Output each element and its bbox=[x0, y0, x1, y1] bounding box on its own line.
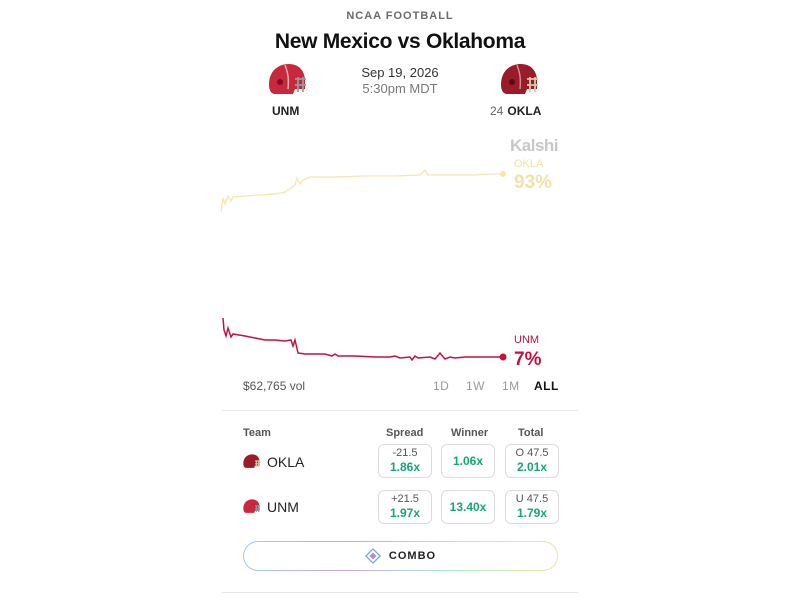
league-label: NCAA FOOTBALL bbox=[346, 10, 454, 22]
unm-helmet-icon bbox=[241, 498, 261, 521]
away-team-label: UNM bbox=[272, 104, 299, 118]
home-team-helmet-icon[interactable] bbox=[497, 61, 539, 106]
col-header-total: Total bbox=[518, 427, 544, 439]
kalshi-logo: Kalshi bbox=[510, 136, 559, 155]
unm-spread-line: +21.5 bbox=[391, 493, 419, 505]
home-team-abbr: OKLA bbox=[507, 104, 542, 118]
unm-spread-button[interactable]: +21.5 1.97x bbox=[378, 490, 432, 524]
unm-series-endpoint bbox=[499, 353, 507, 361]
unm-total-odds: 1.79x bbox=[516, 506, 548, 520]
okla-total-button[interactable]: O 47.5 2.01x bbox=[505, 444, 559, 478]
unm-series-line bbox=[222, 317, 503, 362]
okla-series-line bbox=[220, 168, 503, 213]
range-tab-1d[interactable]: 1D bbox=[433, 379, 449, 393]
row-team-okla: OKLA bbox=[267, 454, 305, 470]
row-team-unm: UNM bbox=[267, 499, 299, 515]
home-team-label: 24 OKLA bbox=[490, 104, 541, 118]
okla-series-endpoint bbox=[500, 171, 506, 177]
okla-spread-button[interactable]: -21.5 1.86x bbox=[378, 444, 432, 478]
probability-chart[interactable] bbox=[215, 160, 515, 370]
okla-total-odds: 2.01x bbox=[516, 460, 548, 474]
unm-series-pct: 7% bbox=[514, 349, 542, 370]
combo-label: COMBO bbox=[388, 550, 437, 562]
col-header-spread: Spread bbox=[386, 427, 424, 439]
game-date: Sep 19, 2026 bbox=[361, 65, 439, 80]
okla-series-pct: 93% bbox=[514, 172, 553, 193]
bottom-divider bbox=[222, 592, 578, 593]
range-tab-1m[interactable]: 1M bbox=[502, 379, 520, 393]
range-tab-all[interactable]: ALL bbox=[534, 379, 559, 393]
okla-winner-button[interactable]: 1.06x bbox=[441, 444, 495, 478]
range-tab-1w[interactable]: 1W bbox=[466, 379, 485, 393]
unm-winner-odds: 13.40x bbox=[449, 499, 487, 514]
okla-total-line: O 47.5 bbox=[515, 447, 549, 459]
unm-total-button[interactable]: U 47.5 1.79x bbox=[505, 490, 559, 524]
okla-spread-odds: 1.86x bbox=[389, 460, 421, 474]
okla-helmet-icon bbox=[241, 453, 261, 476]
away-team-abbr: UNM bbox=[272, 104, 300, 118]
section-divider bbox=[222, 410, 578, 411]
game-title: New Mexico vs Oklahoma bbox=[274, 30, 526, 53]
unm-total-line: U 47.5 bbox=[515, 493, 549, 505]
combo-icon bbox=[364, 548, 381, 564]
volume-label: $62,765 vol bbox=[243, 379, 306, 393]
okla-series-label: OKLA bbox=[514, 158, 544, 170]
game-time: 5:30pm MDT bbox=[362, 81, 438, 96]
col-header-team: Team bbox=[243, 427, 271, 439]
combo-button[interactable]: COMBO bbox=[243, 541, 558, 571]
okla-winner-odds: 1.06x bbox=[452, 453, 484, 468]
home-team-rank: 24 bbox=[490, 104, 504, 118]
unm-series-label: UNM bbox=[514, 334, 540, 346]
unm-spread-odds: 1.97x bbox=[389, 506, 421, 520]
away-team-helmet-icon[interactable] bbox=[265, 61, 307, 106]
okla-spread-line: -21.5 bbox=[392, 447, 418, 459]
unm-winner-button[interactable]: 13.40x bbox=[441, 490, 495, 524]
col-header-winner: Winner bbox=[451, 427, 489, 439]
